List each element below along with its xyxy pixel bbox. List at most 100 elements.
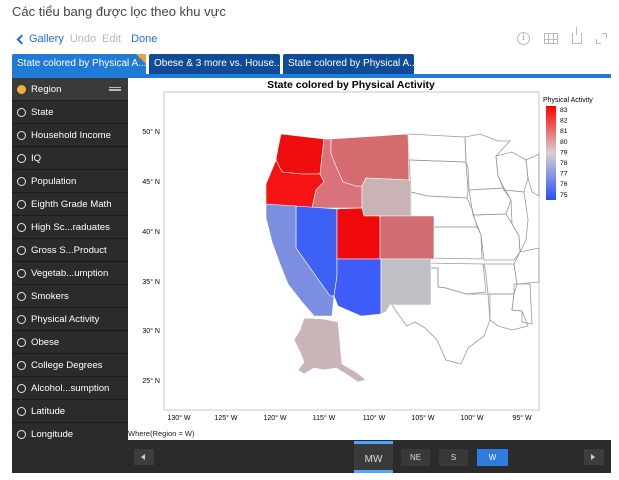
- next-region-button[interactable]: [584, 449, 604, 465]
- state-colorado[interactable]: [379, 215, 435, 260]
- legend-title: Physical Activity: [543, 97, 593, 104]
- legend-tick-label: 78: [560, 160, 568, 167]
- previous-region-button[interactable]: [134, 449, 154, 465]
- legend-tick-label: 79: [560, 149, 568, 156]
- radio-icon: [17, 176, 26, 186]
- latitude-tick-label: 35° N: [142, 278, 160, 286]
- state-washington[interactable]: [275, 133, 325, 175]
- sidebar-item-physical-activity[interactable]: Physical Activity: [12, 308, 128, 331]
- sidebar-item-label: Vegetab...umption: [31, 267, 109, 279]
- variable-sidebar: Region State Household Income IQ Population E…: [12, 78, 128, 449]
- info-icon[interactable]: i: [517, 32, 530, 45]
- longitude-tick-label: 130° W: [167, 414, 190, 422]
- radio-icon: [17, 337, 26, 347]
- state-arkansas: [483, 263, 518, 295]
- arrow-left-icon: [141, 454, 145, 460]
- sidebar-item-latitude[interactable]: Latitude: [12, 400, 128, 423]
- state-south-dakota: [408, 159, 469, 199]
- tab-obese-vs-household[interactable]: Obese & 3 more vs. House...: [149, 54, 280, 74]
- colored-states: [265, 133, 435, 383]
- sidebar-item-obese[interactable]: Obese: [12, 331, 128, 354]
- navigation-bar: Gallery Undo Edit Done i: [12, 27, 611, 52]
- legend-tick-label: 75: [560, 192, 568, 199]
- done-button[interactable]: Done: [131, 33, 157, 45]
- sidebar-item-population[interactable]: Population: [12, 170, 128, 193]
- legend-tick-label: 82: [560, 118, 568, 125]
- sidebar-item-state[interactable]: State: [12, 101, 128, 124]
- sidebar-item-vegetab-umption[interactable]: Vegetab...umption: [12, 262, 128, 285]
- tab-physical-activity-2[interactable]: State colored by Physical A...: [283, 54, 414, 74]
- edit-button[interactable]: Edit: [102, 33, 121, 45]
- radio-icon: [17, 153, 26, 163]
- sidebar-item-gross-s-product[interactable]: Gross S...Product: [12, 239, 128, 262]
- sidebar-item-label: Obese: [31, 336, 60, 348]
- share-icon[interactable]: [572, 27, 582, 44]
- sidebar-item-label: Region: [31, 83, 62, 95]
- latitude-tick-label: 30° N: [142, 327, 160, 335]
- tab-label: Obese & 3 more vs. House...: [154, 58, 280, 69]
- sidebar-item-eighth-grade-math[interactable]: Eighth Grade Math: [12, 193, 128, 216]
- color-legend: Physical Activity 83 82 81 80 79 78 77 76 75: [543, 97, 593, 200]
- arrow-right-icon: [591, 454, 595, 460]
- current-region-button[interactable]: MW: [354, 441, 393, 473]
- sidebar-item-label: Physical Activity: [31, 313, 100, 325]
- radio-icon: [17, 429, 26, 439]
- radio-icon: [17, 291, 26, 301]
- radio-icon: [17, 360, 26, 370]
- legend-tick-label: 77: [560, 171, 568, 178]
- radio-icon: [17, 268, 26, 278]
- sidebar-item-smokers[interactable]: Smokers: [12, 285, 128, 308]
- radio-icon: [17, 130, 26, 140]
- sidebar-item-iq[interactable]: IQ: [12, 147, 128, 170]
- longitude-tick-label: 110° W: [363, 414, 386, 422]
- sidebar-item-label: State: [31, 106, 54, 118]
- sidebar-item-label: Alcohol...sumption: [31, 382, 110, 394]
- state-new-mexico[interactable]: [380, 258, 432, 315]
- state-wyoming[interactable]: [361, 177, 412, 217]
- legend-tick-label: 83: [560, 107, 568, 114]
- tab-physical-activity-1[interactable]: State colored by Physical A...: [12, 54, 146, 74]
- legend-tick-label: 80: [560, 139, 568, 146]
- sidebar-item-region[interactable]: Region: [12, 78, 128, 101]
- drag-handle-icon[interactable]: [109, 87, 121, 91]
- longitude-tick-label: 125° W: [214, 414, 237, 422]
- latitude-tick-label: 45° N: [142, 178, 160, 186]
- region-ne-button[interactable]: NE: [401, 449, 430, 466]
- state-tennessee-kentucky: [513, 247, 540, 285]
- sidebar-item-label: Gross S...Product: [31, 244, 107, 256]
- state-arizona[interactable]: [333, 258, 382, 317]
- longitude-tick-label: 115° W: [313, 414, 336, 422]
- state-north-dakota: [407, 133, 467, 163]
- undo-button[interactable]: Undo: [70, 33, 96, 45]
- sidebar-item-label: IQ: [31, 152, 42, 164]
- gallery-back-button[interactable]: Gallery: [16, 33, 64, 45]
- tab-corner-marker: [136, 54, 146, 64]
- radio-icon: [17, 199, 26, 209]
- state-minnesota: [464, 133, 511, 191]
- region-w-button[interactable]: W: [477, 449, 508, 466]
- longitude-tick-label: 95° W: [512, 414, 532, 422]
- region-navigation-bar: MW NE S W: [12, 440, 611, 473]
- radio-icon: [17, 107, 26, 117]
- tab-label: State colored by Physical A...: [17, 58, 146, 69]
- radio-icon: [17, 222, 26, 232]
- state-illinois: [503, 189, 529, 254]
- nav-right-group: i: [517, 27, 607, 45]
- filter-label: Where(Region = W): [128, 429, 195, 438]
- expand-icon[interactable]: [596, 33, 607, 44]
- state-missouri: [472, 213, 521, 261]
- longitude-tick-label: 120° W: [263, 414, 286, 422]
- tab-strip: State colored by Physical A... Obese & 3…: [12, 54, 611, 74]
- state-alaska[interactable]: [293, 317, 367, 383]
- grid-icon[interactable]: [544, 33, 558, 44]
- longitude-tick-label: 105° W: [411, 414, 434, 422]
- region-s-button[interactable]: S: [439, 449, 468, 466]
- sidebar-item-high-sc-raduates[interactable]: High Sc...raduates: [12, 216, 128, 239]
- nav-left-group: Gallery Undo Edit Done: [16, 33, 157, 45]
- map-canvas: State colored by Physical Activity 50° N…: [128, 79, 593, 438]
- radio-icon: [17, 406, 26, 416]
- sidebar-item-alcohol-sumption[interactable]: Alcohol...sumption: [12, 377, 128, 400]
- legend-tick-label: 81: [560, 128, 568, 135]
- sidebar-item-college-degrees[interactable]: College Degrees: [12, 354, 128, 377]
- sidebar-item-household-income[interactable]: Household Income: [12, 124, 128, 147]
